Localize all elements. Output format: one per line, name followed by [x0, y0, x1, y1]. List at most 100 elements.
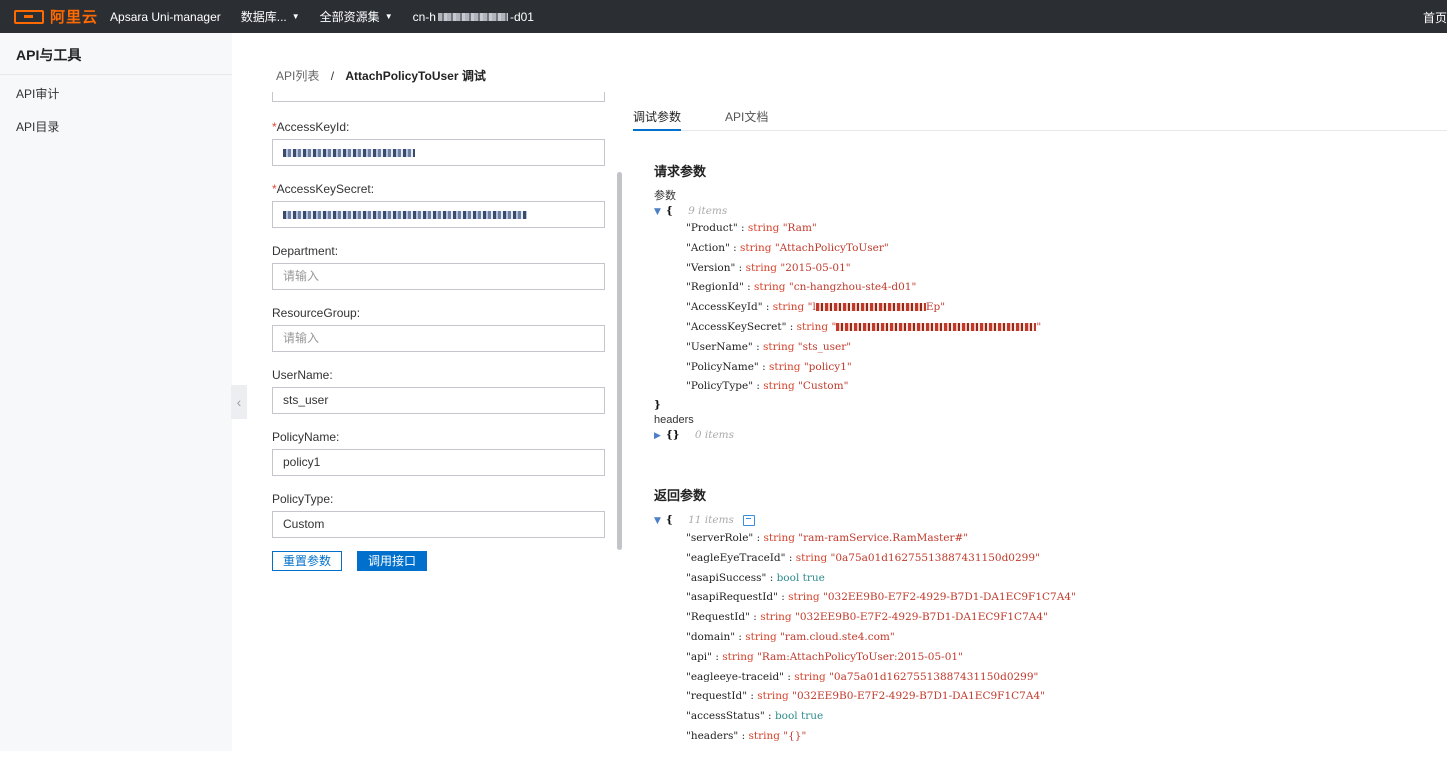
- json-row: "domain" : string "ram.cloud.ste4.com": [686, 630, 895, 643]
- previous-field-input[interactable]: [272, 92, 605, 102]
- json-key: "eagleeye-traceid": [686, 670, 785, 683]
- region-suffix: -d01: [509, 9, 534, 24]
- field-policy-name: PolicyName: policy1: [272, 429, 605, 476]
- json-value: "AttachPolicyToUser": [774, 241, 889, 254]
- access-key-secret-input[interactable]: [272, 201, 605, 228]
- access-key-secret-label: AccessKeySecret:: [276, 182, 375, 196]
- json-value: "2015-05-01": [780, 261, 851, 274]
- access-key-id-input[interactable]: [272, 139, 605, 166]
- sidebar: API与工具 API审计 API目录: [0, 33, 232, 751]
- json-row: "headers" : string "{}": [686, 729, 807, 742]
- json-row: "PolicyName" : string "policy1": [686, 360, 852, 373]
- json-row: "RequestId" : string "032EE9B0-E7F2-4929…: [686, 611, 1048, 624]
- masked-value: [815, 303, 926, 312]
- copy-icon[interactable]: [743, 514, 756, 526]
- json-type: string: [722, 650, 754, 663]
- home-link[interactable]: 首页: [1423, 9, 1447, 26]
- json-value: true: [802, 571, 825, 584]
- json-row: "AccessKeySecret" : string " ": [686, 320, 1042, 333]
- aliyun-logo-icon: [14, 9, 44, 24]
- json-row: "requestId" : string "032EE9B0-E7F2-4929…: [686, 690, 1045, 703]
- field-access-key-id: *AccessKeyId:: [272, 119, 605, 166]
- breadcrumb-current: AttachPolicyToUser 调试: [345, 69, 486, 83]
- json-value: "ram-ramService.RamMaster#": [798, 532, 969, 544]
- user-name-input[interactable]: sts_user: [272, 387, 605, 414]
- json-row: "Action" : string "AttachPolicyToUser": [686, 241, 889, 254]
- json-value-tail: Ep": [925, 301, 946, 314]
- json-value: "l: [807, 301, 816, 314]
- json-value: "ram.cloud.ste4.com": [780, 630, 895, 643]
- region-prefix: cn-h: [412, 9, 436, 24]
- policy-type-input[interactable]: Custom: [272, 511, 605, 538]
- json-value: "Custom": [798, 380, 849, 393]
- json-type: string: [748, 729, 780, 742]
- json-row: "asapiSuccess" : bool true: [686, 571, 825, 584]
- json-value: "032EE9B0-E7F2-4929-B7D1-DA1EC9F1C7A4": [792, 690, 1045, 703]
- json-type: string: [740, 241, 772, 254]
- department-input[interactable]: 请输入: [272, 263, 605, 290]
- chevron-down-icon: ▼: [291, 12, 300, 21]
- top-navbar: 阿里云 Apsara Uni-manager 数据库... ▼ 全部资源集 ▼ …: [0, 0, 1447, 33]
- caret-down-icon[interactable]: ▼: [654, 204, 666, 220]
- json-value: "Ram:AttachPolicyToUser:2015-05-01": [757, 650, 963, 663]
- json-row: "UserName" : string "sts_user": [686, 340, 852, 353]
- masked-value: [836, 322, 1037, 331]
- json-value: "sts_user": [797, 340, 852, 353]
- json-type: string: [788, 591, 820, 604]
- json-key: "RequestId": [686, 611, 750, 624]
- json-type: string: [763, 380, 795, 393]
- caret-right-icon[interactable]: ▶: [654, 428, 666, 444]
- resource-group-label: ResourceGroup:: [272, 306, 361, 320]
- caret-down-icon[interactable]: ▼: [654, 513, 666, 529]
- sidebar-collapse-button[interactable]: ‹: [231, 385, 247, 419]
- policy-name-input[interactable]: policy1: [272, 449, 605, 476]
- json-root-open[interactable]: ▼{ 11 items: [654, 512, 1076, 528]
- masked-value: [283, 148, 415, 157]
- breadcrumb-root[interactable]: API列表: [276, 69, 319, 83]
- database-menu-label: 数据库...: [240, 10, 287, 24]
- resource-set-menu[interactable]: 全部资源集 ▼: [320, 8, 393, 25]
- json-key: "eagleEyeTraceId": [686, 551, 786, 564]
- json-row: "eagleeye-traceid" : string "0a75a01d162…: [686, 670, 1039, 683]
- breadcrumb-separator: /: [330, 69, 335, 83]
- json-root-open[interactable]: ▼{ 9 items: [654, 203, 1041, 219]
- params-label: 参数: [654, 190, 676, 202]
- tab-bar: 调试参数 API文档: [633, 104, 1447, 131]
- json-row: "eagleEyeTraceId" : string "0a75a01d1627…: [686, 551, 1040, 564]
- sidebar-item-api-audit[interactable]: API审计: [0, 75, 232, 108]
- aliyun-logo[interactable]: 阿里云: [14, 6, 98, 27]
- json-type: string: [760, 611, 792, 624]
- debug-form: *AccessKeyId: *AccessKeySecret: Departme…: [272, 92, 605, 538]
- call-api-button[interactable]: 调用接口: [357, 551, 428, 571]
- policy-type-label: PolicyType:: [272, 492, 334, 506]
- breadcrumb: API列表 / AttachPolicyToUser 调试: [276, 67, 486, 84]
- masked-value: [283, 210, 527, 219]
- json-key: "AccessKeyId": [686, 301, 763, 314]
- headers-object[interactable]: ▶{} 0 items: [654, 427, 1041, 443]
- json-key: "PolicyType": [686, 380, 754, 393]
- json-key: "AccessKeySecret": [686, 320, 787, 333]
- field-access-key-secret: *AccessKeySecret:: [272, 181, 605, 228]
- json-type: string: [762, 340, 795, 353]
- json-value: true: [801, 710, 824, 723]
- json-key: "domain": [686, 630, 736, 643]
- reset-params-button[interactable]: 重置参数: [272, 551, 343, 571]
- field-resource-group: ResourceGroup: 请输入: [272, 305, 605, 352]
- json-value: "032EE9B0-E7F2-4929-B7D1-DA1EC9F1C7A4": [795, 611, 1048, 624]
- field-department: Department: 请输入: [272, 243, 605, 290]
- json-key: "Product": [686, 222, 738, 234]
- form-scrollbar[interactable]: [617, 172, 622, 550]
- json-row: "serverRole" : string "ram-ramService.Ra…: [686, 532, 969, 544]
- logo-text: 阿里云: [50, 9, 99, 26]
- json-row: "RegionId" : string "cn-hangzhou-ste4-d0…: [686, 281, 917, 294]
- tab-debug-params[interactable]: 调试参数: [633, 108, 682, 131]
- sidebar-item-api-catalog[interactable]: API目录: [0, 108, 232, 141]
- json-key: "Action": [686, 241, 730, 254]
- region-selector[interactable]: cn-h -d01: [413, 10, 534, 24]
- resource-group-input[interactable]: 请输入: [272, 325, 605, 352]
- tab-api-docs[interactable]: API文档: [725, 108, 768, 131]
- json-value-tail: ": [1036, 320, 1042, 333]
- json-value: "0a75a01d16275513887431150d0299": [830, 551, 1040, 564]
- json-row: "Product" : string "Ram": [686, 222, 817, 234]
- database-menu[interactable]: 数据库... ▼: [241, 8, 300, 25]
